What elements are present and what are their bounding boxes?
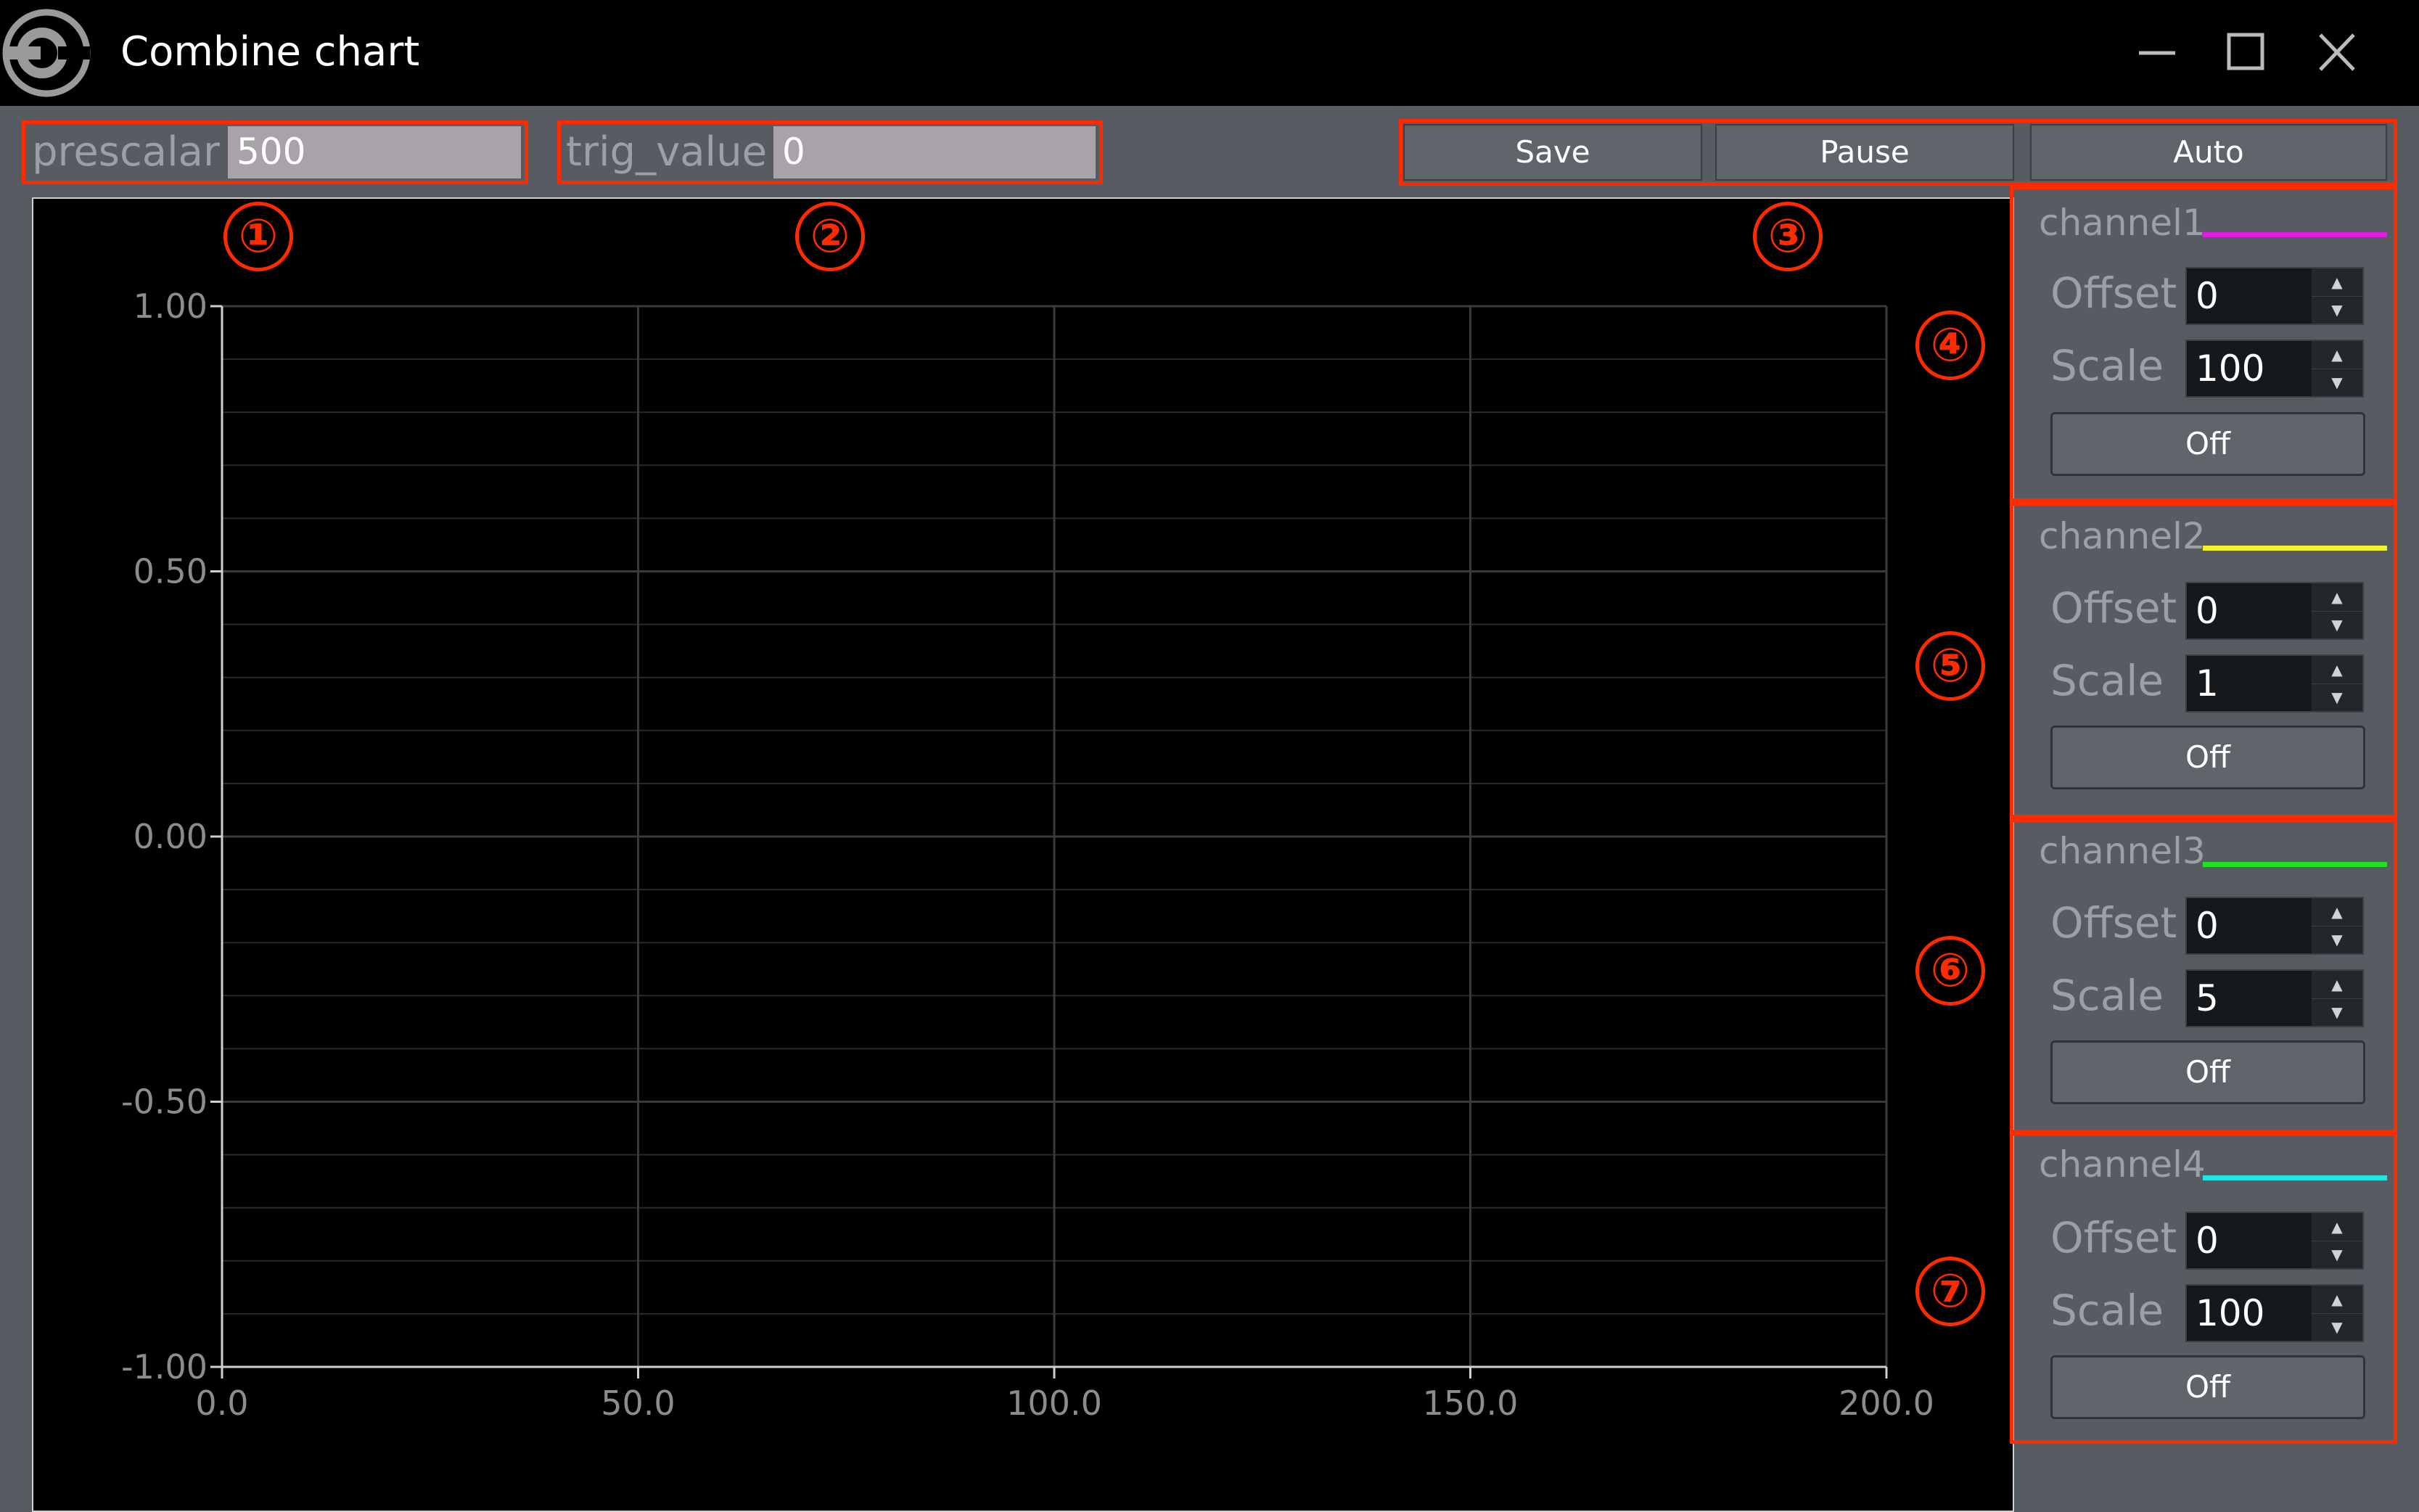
annotation-box-channel4: [2010, 1132, 2397, 1444]
y-tick-label: 0.00: [134, 817, 208, 856]
annotation-number-7: ⑦: [1915, 1257, 1985, 1326]
x-tick-label: 100.0: [1006, 1384, 1102, 1423]
window-title: Combine chart: [120, 28, 420, 75]
annotation-number-3: ③: [1753, 202, 1823, 271]
annotation-box-buttons: [1399, 119, 2397, 186]
title-bar: Combine chart: [0, 0, 2419, 106]
x-tick-label: 200.0: [1839, 1384, 1934, 1423]
annotation-box-channel3: [2010, 818, 2397, 1133]
annotation-number-1: ①: [223, 202, 293, 271]
annotation-box-prescalar: [22, 120, 528, 184]
y-tick-label: -1.00: [121, 1347, 208, 1386]
y-tick-label: 0.50: [134, 552, 208, 591]
annotation-box-channel1: [2010, 186, 2397, 502]
y-tick-label: 1.00: [134, 287, 208, 326]
chart-svg: 1.00 0.50 0.00 -0.50 -1.000.0 50.0 100.0 150.0 2…: [121, 287, 1934, 1423]
y-tick-label: -0.50: [121, 1082, 208, 1122]
annotation-number-6: ⑥: [1915, 936, 1985, 1006]
annotation-number-2: ②: [795, 202, 865, 271]
maximize-icon[interactable]: [2220, 29, 2271, 77]
annotation-box-trig-value: [557, 120, 1103, 184]
x-tick-label: 150.0: [1423, 1384, 1519, 1423]
annotation-number-4: ④: [1915, 311, 1985, 380]
chart-area: 1.00 0.50 0.00 -0.50 -1.00 0.0 50.0 100.0 150.0 2…: [32, 197, 2014, 1512]
minimize-icon[interactable]: [2132, 29, 2182, 77]
annotation-box-channel2: [2010, 502, 2397, 818]
x-tick-label: 0.0: [195, 1384, 248, 1423]
close-icon[interactable]: [2312, 29, 2362, 77]
annotation-number-5: ⑤: [1915, 631, 1985, 701]
x-tick-label: 50.0: [601, 1384, 675, 1423]
app-logo-icon: [2, 9, 91, 97]
